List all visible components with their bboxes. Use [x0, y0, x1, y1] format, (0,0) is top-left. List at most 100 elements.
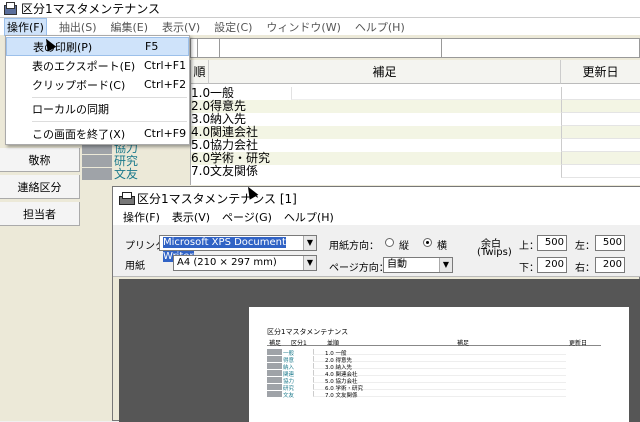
- row-marker: [267, 349, 282, 355]
- preview-row: 納入 3.0 納入先: [267, 363, 601, 371]
- right-margin-label: 右：: [575, 263, 595, 274]
- left-name: 文友: [114, 167, 139, 181]
- updated-cell[interactable]: [561, 87, 640, 100]
- main-window-title: 区分1マスタメンテナンス: [21, 2, 161, 16]
- menu-item-print-table[interactable]: 表の印刷(P) F5: [6, 37, 189, 56]
- menu-item-shortcut: Ctrl+F9: [144, 127, 187, 140]
- menu-item-export-table[interactable]: 表のエクスポート(E) Ctrl+F1: [6, 56, 189, 75]
- portrait-label: 縦: [399, 241, 409, 252]
- menu-window[interactable]: ウィンドウ(W): [264, 19, 342, 35]
- right-margin-input[interactable]: 200: [595, 257, 625, 273]
- grid-header-order[interactable]: 順: [191, 60, 209, 84]
- updated-cell[interactable]: [561, 126, 640, 139]
- row-marker: [267, 384, 282, 390]
- print-menu-help[interactable]: ヘルプ(H): [284, 209, 334, 225]
- landscape-label: 横: [437, 241, 447, 252]
- row-line: [313, 349, 566, 355]
- grid-header-note[interactable]: 補足: [209, 60, 561, 84]
- preview-title: 区分1マスタメンテナンス: [267, 328, 349, 336]
- landscape-radio[interactable]: [423, 238, 432, 247]
- paper-direction-label: 用紙方向：: [329, 241, 379, 252]
- updated-cell[interactable]: [561, 165, 640, 178]
- data-grid[interactable]: 順 補足 更新日 1.0 一般 2.0 得意先 3.0 納入先 4.0 関連会社…: [190, 60, 640, 185]
- main-menu-bar: 操作(F) 抽出(S) 編集(E) 表示(V) 設定(C) ウィンドウ(W) ヘ…: [0, 17, 640, 36]
- print-menu-page[interactable]: ページ(G): [222, 209, 272, 225]
- preview-row: 得意 2.0 得意先: [267, 356, 601, 364]
- preview-header-kubun1: 区分1: [291, 340, 307, 347]
- preview-header-order: 並順: [327, 340, 340, 347]
- table-row[interactable]: 6.0 学術・研究: [191, 152, 640, 165]
- toolbar-divider: [219, 39, 220, 57]
- menu-extract[interactable]: 抽出(S): [57, 19, 99, 35]
- bottom-margin-input[interactable]: 200: [537, 257, 567, 273]
- top-margin-label: 上：: [519, 241, 539, 252]
- left-margin-label: 左：: [575, 241, 595, 252]
- page-direction-select[interactable]: 自動 ▼: [383, 257, 453, 273]
- side-button-honorific[interactable]: 敬称: [0, 148, 80, 172]
- table-row[interactable]: 4.0 関連会社: [191, 126, 640, 139]
- printer-select[interactable]: Microsoft XPS Document Writer ▼: [159, 235, 317, 262]
- app-icon: [3, 2, 17, 15]
- updated-cell[interactable]: [561, 113, 640, 126]
- row-note: 文友関係: [210, 164, 259, 178]
- portrait-radio[interactable]: [385, 238, 394, 247]
- left-margin-input[interactable]: 500: [595, 235, 625, 251]
- menu-item-exit-screen[interactable]: この画面を終了(X) Ctrl+F9: [6, 124, 189, 143]
- toolbar-divider: [441, 39, 442, 57]
- grid-header-updated[interactable]: 更新日: [561, 60, 640, 84]
- side-panel: 敬称 連絡区分 担当者: [0, 120, 80, 421]
- list-item[interactable]: 文友: [82, 168, 190, 181]
- menu-settings[interactable]: 設定(C): [212, 19, 254, 35]
- bottom-margin-label: 下：: [519, 263, 539, 274]
- table-row[interactable]: 3.0 納入先: [191, 113, 640, 126]
- updated-cell[interactable]: [561, 139, 640, 152]
- note-cell[interactable]: [291, 87, 561, 100]
- menu-item-label: この画面を終了(X): [32, 127, 126, 141]
- side-button-staff[interactable]: 担当者: [0, 202, 80, 226]
- menu-item-local-sync[interactable]: ローカルの同期: [6, 99, 189, 118]
- menu-operation[interactable]: 操作(F): [4, 17, 47, 36]
- menu-item-label: ローカルの同期: [32, 102, 109, 116]
- operation-dropdown-menu: 表の印刷(P) F5 表のエクスポート(E) Ctrl+F1 クリップボード(C…: [5, 35, 190, 145]
- page-direction-label: ページ方向：: [329, 263, 389, 274]
- menu-edit[interactable]: 編集(E): [109, 19, 151, 35]
- preview-row-name: 文友: [283, 393, 295, 399]
- row-marker: [267, 356, 282, 362]
- updated-cell[interactable]: [561, 100, 640, 113]
- print-menu-operation[interactable]: 操作(F): [123, 209, 160, 225]
- menu-item-shortcut: Ctrl+F1: [144, 59, 187, 72]
- menu-item-shortcut: F5: [145, 40, 159, 53]
- menu-separator: [32, 97, 187, 98]
- print-menu-view[interactable]: 表示(V): [172, 209, 210, 225]
- menu-separator: [32, 121, 187, 122]
- search-toolbar[interactable]: [190, 38, 640, 58]
- margin-unit-label: (Twips): [477, 247, 512, 258]
- preview-header-note: 補足: [457, 340, 470, 347]
- preview-header-kubun: 補足: [269, 340, 282, 347]
- row-marker: [82, 155, 112, 167]
- row-marker: [267, 363, 282, 369]
- menu-view[interactable]: 表示(V): [160, 19, 202, 35]
- paper-select[interactable]: A4 (210 × 297 mm) ▼: [173, 255, 317, 271]
- preview-row: 一般 1.0 一般: [267, 349, 601, 357]
- table-row[interactable]: 1.0 一般: [191, 87, 640, 100]
- toolbar-divider: [197, 39, 198, 57]
- print-window-title: 区分1マスタメンテナンス [1]: [137, 191, 297, 206]
- updated-cell[interactable]: [561, 152, 640, 165]
- preview-row-value: 7.0 文友関係: [325, 393, 358, 399]
- preview-page[interactable]: 区分1マスタメンテナンス 補足 区分1 並順 補足 更新日 一般 1.0 一般 …: [249, 307, 629, 422]
- print-settings-panel: プリンタ Microsoft XPS Document Writer ▼ 用紙 …: [113, 225, 640, 277]
- table-row[interactable]: 2.0 得意先: [191, 100, 640, 113]
- menu-item-clipboard[interactable]: クリップボード(C) Ctrl+F2: [6, 75, 189, 94]
- row-marker: [267, 370, 282, 376]
- table-row[interactable]: 7.0 文友関係: [191, 165, 640, 178]
- menu-item-label: 表のエクスポート(E): [32, 59, 136, 73]
- print-preview-window: 区分1マスタメンテナンス [1] 操作(F) 表示(V) ページ(G) ヘルプ(…: [112, 186, 640, 422]
- chevron-down-icon: ▼: [303, 256, 316, 270]
- menu-help[interactable]: ヘルプ(H): [353, 19, 407, 35]
- chevron-down-icon: ▼: [303, 236, 316, 250]
- row-order: 7.0: [191, 164, 211, 178]
- printer-icon: [119, 192, 135, 205]
- top-margin-input[interactable]: 500: [537, 235, 567, 251]
- side-button-contact-category[interactable]: 連絡区分: [0, 175, 80, 199]
